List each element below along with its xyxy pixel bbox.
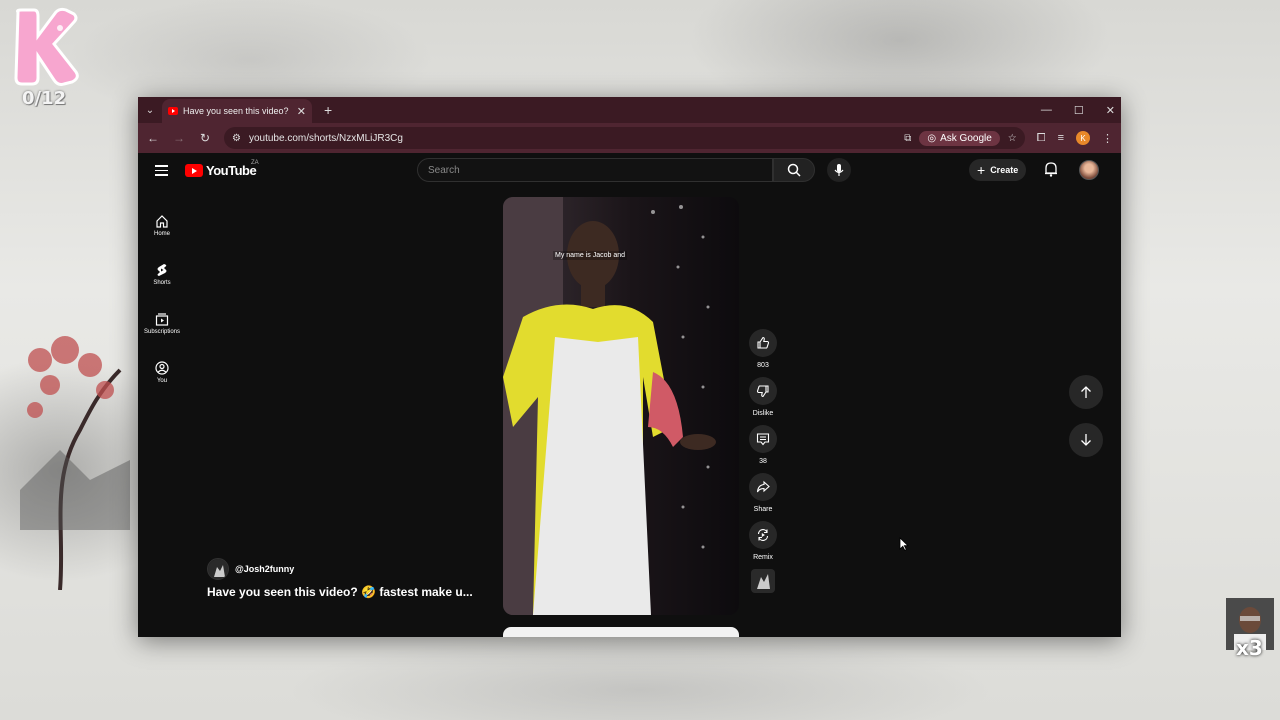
share-button[interactable] bbox=[749, 473, 777, 501]
back-icon[interactable]: ← bbox=[146, 131, 160, 145]
tab-bar: ⌄ Have you seen this video? 🤞🔊 ✕ + — ☐ ✕ bbox=[138, 97, 1121, 123]
close-tab-icon[interactable]: ✕ bbox=[297, 105, 306, 118]
counter-text: 0/12 bbox=[22, 88, 67, 109]
remix-icon bbox=[757, 529, 769, 541]
sidebar-item-label: Shorts bbox=[153, 280, 171, 286]
region-code: ZA bbox=[251, 160, 259, 166]
shorts-navigation bbox=[1069, 375, 1103, 471]
youtube-logo-text: YouTube bbox=[206, 163, 257, 178]
mouse-cursor-icon bbox=[899, 537, 909, 551]
search-button[interactable] bbox=[773, 158, 815, 182]
microphone-icon bbox=[834, 164, 844, 176]
webcam-multiplier: x3 bbox=[1236, 636, 1263, 660]
k-logo-icon bbox=[14, 7, 79, 86]
address-url: youtube.com/shorts/NzxMLiJR3Cg bbox=[248, 132, 403, 144]
sidebar: Home Shorts Subscriptions You bbox=[138, 201, 186, 397]
more-menu-icon[interactable]: ⋮ bbox=[1102, 132, 1113, 145]
remix-button[interactable] bbox=[749, 521, 777, 549]
channel-handle[interactable]: @Josh2funny bbox=[235, 564, 294, 574]
youtube-page: YouTube ZA Search + Create Home Shorts S… bbox=[138, 153, 1121, 637]
next-short-button[interactable] bbox=[1069, 423, 1103, 457]
share-label: Share bbox=[753, 506, 773, 513]
plus-icon: + bbox=[977, 162, 986, 178]
close-window-icon[interactable]: ✕ bbox=[1106, 104, 1115, 117]
sidebar-item-you[interactable]: You bbox=[138, 348, 186, 397]
channel-avatar[interactable] bbox=[207, 558, 229, 580]
previous-short-button[interactable] bbox=[1069, 375, 1103, 409]
arrow-up-icon bbox=[1081, 386, 1091, 398]
extensions-icon[interactable]: ⧠ bbox=[1037, 132, 1046, 145]
user-circle-icon bbox=[155, 361, 169, 375]
like-button[interactable] bbox=[749, 329, 777, 357]
like-count: 803 bbox=[757, 362, 769, 369]
wallpaper-blossom-tree bbox=[20, 336, 130, 590]
shorts-video-player[interactable]: My name is Jacob and bbox=[503, 197, 739, 615]
share-icon bbox=[756, 480, 770, 493]
notifications-bell-icon[interactable] bbox=[1044, 161, 1058, 177]
shorts-actions: 803 Dislike 38 Share Remix bbox=[747, 329, 779, 593]
account-avatar[interactable] bbox=[1079, 160, 1099, 180]
thumbs-up-icon bbox=[757, 336, 770, 349]
voice-search-button[interactable] bbox=[827, 158, 851, 182]
tab-active[interactable]: Have you seen this video? 🤞🔊 ✕ bbox=[162, 99, 312, 123]
youtube-logo[interactable]: YouTube bbox=[185, 163, 257, 178]
search-input[interactable]: Search bbox=[417, 158, 773, 182]
media-controls-icon[interactable]: ≡ bbox=[1058, 132, 1064, 144]
thumbs-down-icon bbox=[756, 385, 769, 398]
sidebar-item-label: You bbox=[156, 378, 168, 384]
reload-icon[interactable]: ↻ bbox=[198, 131, 212, 145]
bookmark-star-icon[interactable]: ☆ bbox=[1008, 133, 1017, 144]
comment-count: 38 bbox=[759, 458, 767, 465]
new-tab-icon[interactable]: + bbox=[324, 102, 332, 118]
home-icon bbox=[156, 215, 168, 228]
browser-toolbar: ← → ↻ ⚙ youtube.com/shorts/NzxMLiJR3Cg ⧉… bbox=[138, 123, 1121, 153]
subscriptions-icon bbox=[155, 313, 169, 326]
youtube-favicon-icon bbox=[168, 107, 178, 115]
maximize-icon[interactable]: ☐ bbox=[1074, 104, 1084, 117]
minimize-icon[interactable]: — bbox=[1041, 104, 1052, 116]
address-bar[interactable]: ⚙ youtube.com/shorts/NzxMLiJR3Cg ⧉ ◎ Ask… bbox=[224, 127, 1025, 149]
channel-info[interactable]: @Josh2funny bbox=[207, 558, 294, 580]
youtube-play-icon bbox=[185, 164, 203, 177]
comments-button[interactable] bbox=[749, 425, 777, 453]
sidebar-item-label: Subscriptions bbox=[143, 329, 181, 335]
sidebar-item-shorts[interactable]: Shorts bbox=[138, 250, 186, 299]
google-lens-icon: ◎ bbox=[927, 132, 937, 144]
next-short-preview[interactable] bbox=[503, 627, 739, 637]
menu-icon[interactable] bbox=[155, 165, 168, 179]
tab-search-icon[interactable]: ⌄ bbox=[138, 97, 162, 123]
create-label: Create bbox=[990, 165, 1019, 175]
window-controls: — ☐ ✕ bbox=[1041, 97, 1115, 123]
sidebar-item-label: Home bbox=[153, 231, 170, 237]
browser-window: ⌄ Have you seen this video? 🤞🔊 ✕ + — ☐ ✕… bbox=[138, 97, 1121, 637]
arrow-down-icon bbox=[1081, 434, 1091, 446]
cast-icon[interactable]: ⧉ bbox=[904, 133, 911, 144]
video-title[interactable]: Have you seen this video? 🤣 fastest make… bbox=[207, 585, 473, 599]
comment-icon bbox=[756, 433, 770, 446]
dislike-label: Dislike bbox=[752, 410, 774, 417]
video-caption: My name is Jacob and bbox=[553, 251, 628, 260]
sidebar-item-home[interactable]: Home bbox=[138, 201, 186, 250]
profile-avatar[interactable]: K bbox=[1076, 131, 1090, 145]
ask-google-label: Ask Google bbox=[940, 132, 992, 144]
youtube-header: YouTube ZA Search + Create bbox=[138, 153, 1121, 191]
create-button[interactable]: + Create bbox=[969, 159, 1027, 181]
search-icon bbox=[787, 163, 801, 177]
shorts-icon bbox=[157, 264, 167, 276]
ask-google-button[interactable]: ◎ Ask Google bbox=[919, 130, 1000, 146]
sound-thumbnail[interactable] bbox=[751, 569, 775, 593]
sidebar-item-subscriptions[interactable]: Subscriptions bbox=[138, 299, 186, 348]
dislike-button[interactable] bbox=[749, 377, 777, 405]
remix-label: Remix bbox=[753, 554, 773, 561]
site-info-icon[interactable]: ⚙ bbox=[232, 133, 241, 144]
tab-title: Have you seen this video? 🤞🔊 bbox=[183, 105, 292, 116]
forward-icon[interactable]: → bbox=[172, 131, 186, 145]
